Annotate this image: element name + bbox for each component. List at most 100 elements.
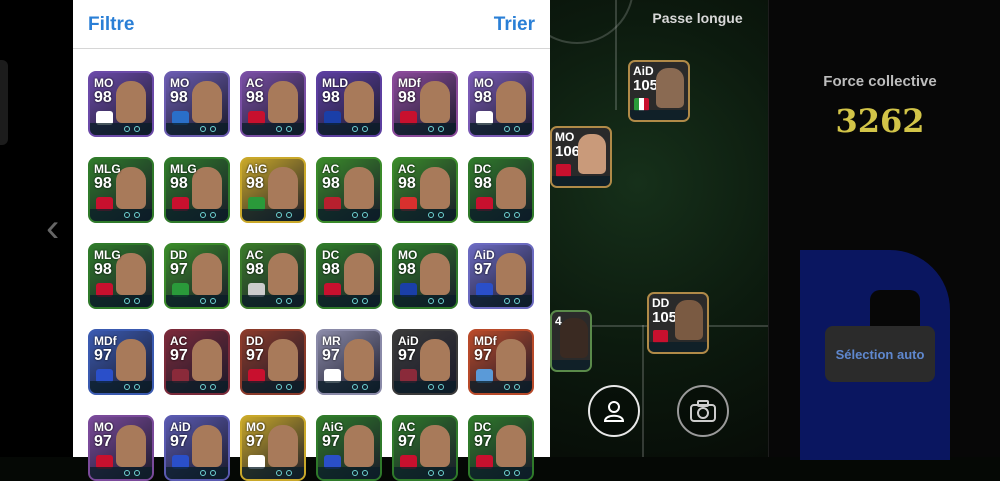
player-portrait [496, 253, 526, 295]
skill-dot-icon [428, 126, 434, 132]
player-card[interactable]: MR 97 [316, 329, 382, 395]
player-rating: 97 [398, 433, 416, 450]
player-position: AC [170, 334, 188, 348]
player-card[interactable]: MLG 98 [164, 157, 230, 223]
camera-button[interactable] [677, 385, 729, 437]
player-portrait [192, 339, 222, 381]
skill-dot-icon [362, 384, 368, 390]
player-position: MO [246, 420, 266, 434]
profile-button[interactable] [588, 385, 640, 437]
player-card[interactable]: MO 98 [88, 71, 154, 137]
player-position: MLG [170, 162, 197, 176]
filter-button[interactable]: Filtre [88, 14, 134, 36]
player-card[interactable]: MO 98 [164, 71, 230, 137]
player-position: DD [652, 296, 670, 310]
card-footer [166, 123, 228, 135]
skill-dot-icon [124, 212, 130, 218]
player-card[interactable]: DC 98 [316, 243, 382, 309]
player-position: MLD [322, 76, 348, 90]
player-rating: 98 [398, 89, 416, 106]
card-footer [166, 381, 228, 393]
skill-dot-icon [362, 298, 368, 304]
skill-dot-icon [438, 470, 444, 476]
card-footer [394, 381, 456, 393]
card-footer [630, 110, 688, 120]
player-card[interactable]: DC 97 [468, 415, 534, 481]
player-card[interactable]: AiD 97 [164, 415, 230, 481]
skill-dot-icon [210, 212, 216, 218]
player-rating: 98 [322, 261, 340, 278]
player-card[interactable]: DC 98 [468, 157, 534, 223]
card-footer [394, 467, 456, 479]
player-position: AiD [633, 64, 654, 78]
card-footer [90, 295, 152, 307]
skill-dot-icon [438, 384, 444, 390]
player-card[interactable]: MDf 97 [88, 329, 154, 395]
player-rating: 97 [170, 347, 188, 364]
player-card[interactable]: AC 97 [392, 415, 458, 481]
skill-dot-icon [200, 126, 206, 132]
player-card[interactable]: AC 98 [240, 243, 306, 309]
player-card[interactable]: MO 98 [392, 243, 458, 309]
player-card[interactable]: MO 97 [240, 415, 306, 481]
drawer-handle[interactable] [0, 60, 8, 145]
skill-dot-icon [276, 126, 282, 132]
player-rating: 98 [94, 175, 112, 192]
player-card[interactable]: MLD 98 [316, 71, 382, 137]
player-rating: 98 [170, 89, 188, 106]
player-card[interactable]: AiG 97 [316, 415, 382, 481]
player-card[interactable]: DD 97 [164, 243, 230, 309]
skill-dot-icon [352, 470, 358, 476]
skill-dot-icon [438, 126, 444, 132]
skill-dot-icon [514, 384, 520, 390]
skill-dot-icon [124, 298, 130, 304]
player-card[interactable]: AiG 98 [240, 157, 306, 223]
person-icon [603, 401, 625, 422]
chevron-left-icon[interactable]: ‹ [46, 208, 59, 248]
player-position: MO [94, 420, 114, 434]
player-card[interactable]: MDf 97 [468, 329, 534, 395]
player-card[interactable]: AC 97 [164, 329, 230, 395]
player-position: DD [170, 248, 188, 262]
player-rating: 98 [246, 89, 264, 106]
player-card[interactable]: AC 98 [316, 157, 382, 223]
pitch-player-card[interactable]: MO 106 [550, 126, 612, 188]
card-footer [394, 123, 456, 135]
card-footer [90, 209, 152, 221]
player-position: AC [322, 162, 340, 176]
player-card[interactable]: MO 97 [88, 415, 154, 481]
skill-dot-icon [504, 212, 510, 218]
player-position: AiG [322, 420, 344, 434]
player-portrait [420, 81, 450, 123]
player-card[interactable]: MO 98 [468, 71, 534, 137]
skill-dot-icon [504, 298, 510, 304]
card-footer [318, 123, 380, 135]
auto-select-button[interactable]: Sélection auto [825, 326, 935, 382]
card-footer [318, 209, 380, 221]
player-card[interactable]: MLG 98 [88, 243, 154, 309]
player-card[interactable]: MLG 98 [88, 157, 154, 223]
sort-button[interactable]: Trier [494, 14, 535, 36]
player-card[interactable]: MDf 98 [392, 71, 458, 137]
player-card[interactable]: DD 97 [240, 329, 306, 395]
player-rating: 97 [94, 433, 112, 450]
card-footer [90, 123, 152, 135]
card-footer [90, 381, 152, 393]
player-rating: 97 [246, 433, 264, 450]
player-position: MDf [94, 334, 117, 348]
pitch-player-card[interactable]: DD 105 [647, 292, 709, 354]
player-card[interactable]: AiD 97 [392, 329, 458, 395]
pitch-player-card[interactable]: AiD 105 [628, 60, 690, 122]
pitch-player-card[interactable]: 4 [550, 310, 592, 372]
player-card[interactable]: AiD 97 [468, 243, 534, 309]
player-portrait [656, 68, 684, 108]
skill-dot-icon [286, 384, 292, 390]
player-rating: 98 [398, 175, 416, 192]
player-card[interactable]: AC 98 [392, 157, 458, 223]
skill-dot-icon [514, 298, 520, 304]
player-card[interactable]: AC 98 [240, 71, 306, 137]
skill-dot-icon [124, 470, 130, 476]
player-position: MO [474, 76, 494, 90]
card-footer [649, 342, 707, 352]
player-portrait [344, 425, 374, 467]
